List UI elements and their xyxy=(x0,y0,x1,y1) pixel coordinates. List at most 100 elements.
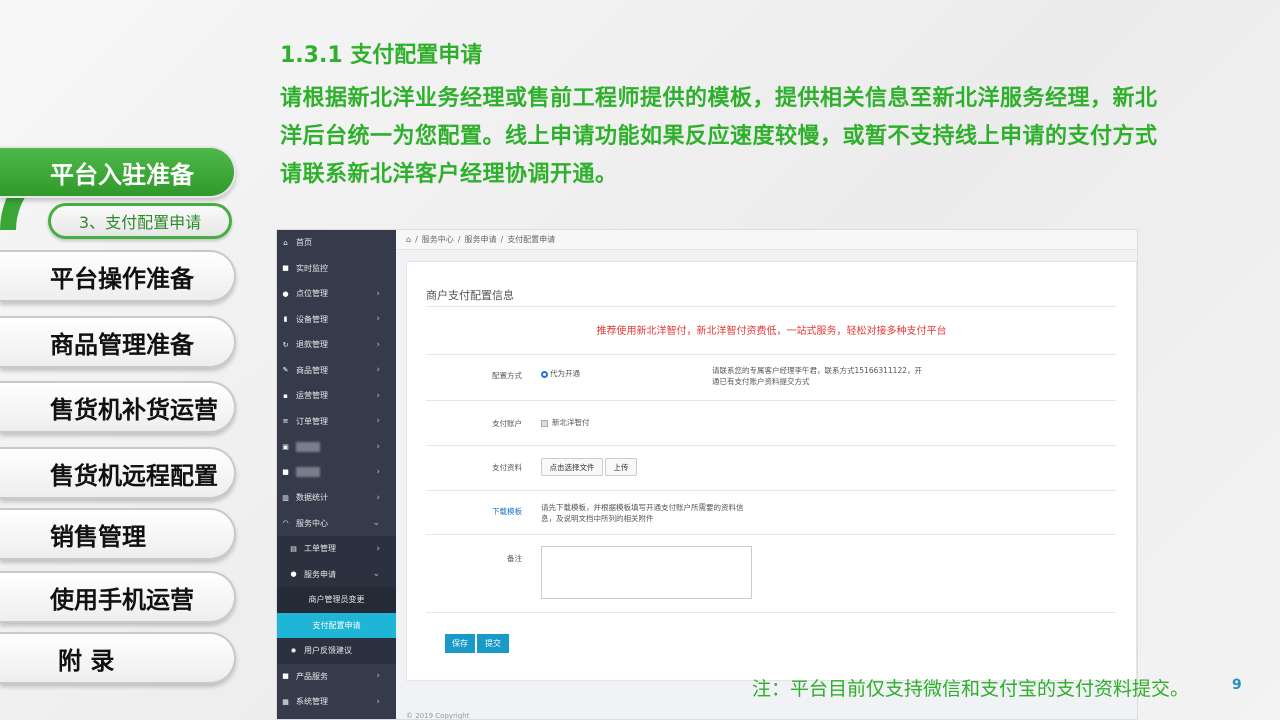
account-checkbox[interactable]: 新北洋智付 xyxy=(541,417,590,428)
sidebar-item-product-service[interactable]: ■ 产品服务 › xyxy=(277,664,396,690)
payment-config-card: 商户支付配置信息 推荐使用新北洋智付，新北洋智付资费低，一站式服务，轻松对接多种… xyxy=(406,261,1137,681)
settings-icon: ✹ xyxy=(290,646,297,655)
sidebar-item-admin-change[interactable]: 商户管理员变更 xyxy=(277,587,396,613)
sidebar-item-label: 订单管理 xyxy=(296,416,328,426)
sidebar-item-payment-config[interactable]: 支付配置申请 xyxy=(277,612,396,638)
nav-item-remote-config[interactable]: 售货机远程配置 xyxy=(0,447,236,499)
blurred-label xyxy=(296,441,320,452)
nav-item-label: 销售管理 xyxy=(50,522,146,551)
sidebar-item-label: 商品管理 xyxy=(296,365,328,375)
save-button[interactable]: 保存 xyxy=(445,634,475,653)
sidebar-item-monitor[interactable]: ■ 实时监控 xyxy=(277,256,396,282)
sidebar-item-device[interactable]: ▮ 设备管理 › xyxy=(277,307,396,333)
refund-icon: ↻ xyxy=(282,340,289,349)
radio-icon[interactable] xyxy=(541,370,548,378)
nav-item-appendix[interactable]: 附 录 xyxy=(0,632,236,684)
promo-text: 推荐使用新北洋智付，新北洋智付资费低，一站式服务，轻松对接多种支付平台 xyxy=(596,326,947,337)
nav-item-label: 附 录 xyxy=(58,646,115,675)
card-title: 商户支付配置信息 xyxy=(426,289,514,302)
account-value: 新北洋智付 xyxy=(552,418,590,427)
choose-file-button[interactable]: 点击选择文件 xyxy=(541,458,603,476)
sidebar-item-feedback[interactable]: ✹ 用户反馈建议 xyxy=(277,638,396,664)
nav-item-label: 平台操作准备 xyxy=(50,264,194,293)
breadcrumb: ⌂ / 服务中心 / 服务申请 / 支付配置申请 xyxy=(396,230,1137,250)
nav-item-mobile-operation[interactable]: 使用手机运营 xyxy=(0,571,236,623)
account-label: 支付账户 xyxy=(492,419,522,428)
blurred-label xyxy=(296,467,320,478)
home-icon: ⌂ xyxy=(283,238,288,247)
download-hint-line: 请先下载模板，并根据模板填写开通支付账户所需要的资料信 xyxy=(541,503,744,512)
app-footer: © 2019 Copyright xyxy=(406,712,470,720)
nav-subitem-payment-config[interactable]: 3、支付配置申请 xyxy=(48,203,232,239)
chevron-right-icon: › xyxy=(376,365,380,376)
headset-icon: ◠ xyxy=(282,519,289,528)
nav-item-sales-management[interactable]: 销售管理 xyxy=(0,508,236,560)
section-heading: 1.3.1 支付配置申请 请根据新北洋业务经理或售前工程师提供的模板，提供相关信… xyxy=(280,40,1230,194)
chevron-right-icon: › xyxy=(376,467,380,478)
remark-textarea[interactable] xyxy=(541,546,752,599)
sidebar-item-location[interactable]: ● 点位管理 › xyxy=(277,281,396,307)
chevron-right-icon: › xyxy=(376,339,380,350)
section-title: 1.3.1 支付配置申请 xyxy=(280,43,483,68)
sidebar-item-label: 数据统计 xyxy=(296,493,328,503)
bookmark-icon: ▪ xyxy=(283,391,288,400)
sidebar-item-label: 实时监控 xyxy=(296,263,328,273)
section-body-line: 洋后台统一为您配置。线上申请功能如果反应速度较慢，或暂不支持线上申请的支付方式 xyxy=(280,124,1158,149)
sidebar-item-tickets[interactable]: ▤ 工单管理 › xyxy=(277,536,396,562)
footnote: 注：平台目前仅支持微信和支付宝的支付资料提交。 xyxy=(752,678,1190,700)
sidebar-item-refund[interactable]: ↻ 退款管理 › xyxy=(277,332,396,358)
sidebar-item-label: 商户管理员变更 xyxy=(308,595,365,605)
nav-item-restock-operation[interactable]: 售货机补货运营 xyxy=(0,381,236,433)
sidebar-item-home[interactable]: ⌂ 首页 xyxy=(277,230,396,256)
sidebar-item-system[interactable]: ▦ 系统管理 › xyxy=(277,689,396,715)
sidebar-item-orders[interactable]: ≡ 订单管理 › xyxy=(277,409,396,435)
nav-item-platform-onboarding[interactable]: 平台入驻准备 xyxy=(0,146,236,198)
breadcrumb-item: 支付配置申请 xyxy=(507,235,556,244)
sidebar-item-blurred[interactable]: ▣ › xyxy=(277,434,396,460)
user-icon: ● xyxy=(290,570,297,579)
box-icon: ■ xyxy=(282,672,289,681)
home-icon[interactable]: ⌂ xyxy=(406,235,411,244)
download-template-link[interactable]: 下载模板 xyxy=(422,506,522,517)
video-icon: ■ xyxy=(282,264,289,273)
upload-button[interactable]: 上传 xyxy=(605,458,637,476)
sidebar-item-product[interactable]: ✎ 商品管理 › xyxy=(277,358,396,384)
edit-icon: ✎ xyxy=(282,366,289,375)
nav-item-label: 商品管理准备 xyxy=(50,330,194,359)
chevron-right-icon: › xyxy=(376,441,380,452)
sidebar-item-label: 产品服务 xyxy=(296,671,328,681)
breadcrumb-item[interactable]: 服务中心 xyxy=(422,234,454,245)
remark-label: 备注 xyxy=(507,554,522,563)
method-radio[interactable]: 代为开通 xyxy=(541,368,580,379)
sidebar-item-blurred[interactable]: ■ › xyxy=(277,460,396,486)
grid-icon: ▦ xyxy=(282,697,289,706)
divider xyxy=(426,612,1116,613)
device-icon: ▮ xyxy=(283,315,288,324)
sidebar-item-label: 系统管理 xyxy=(296,697,328,707)
divider xyxy=(426,306,1116,307)
section-body-line: 请根据新北洋业务经理或售前工程师提供的模板，提供相关信息至新北洋服务经理，新北 xyxy=(280,86,1158,111)
chart-icon: ▥ xyxy=(282,493,289,502)
sidebar-item-label: 支付配置申请 xyxy=(312,620,361,630)
sidebar-item-statistics[interactable]: ▥ 数据统计 › xyxy=(277,485,396,511)
nav-item-platform-operation[interactable]: 平台操作准备 xyxy=(0,250,236,302)
list-icon: ≡ xyxy=(282,417,289,426)
submit-button[interactable]: 提交 xyxy=(477,634,509,653)
sidebar-item-label: 用户反馈建议 xyxy=(304,646,352,656)
divider xyxy=(426,354,1116,355)
method-hint: 请联系您的专属客户经理李午君，联系方式15166311122，开 通已有支付账户… xyxy=(712,365,942,387)
sidebar-item-service-center[interactable]: ◠ 服务中心 ⌄ xyxy=(277,511,396,537)
app-screenshot: ⌂ 首页 ■ 实时监控 ● 点位管理 › ▮ 设备管理 › ↻ 退款管理 › ✎ 商品管理 › ▪ 运… xyxy=(276,229,1138,720)
breadcrumb-item[interactable]: 服务申请 xyxy=(464,234,496,245)
map-pin-icon: ● xyxy=(282,289,289,298)
method-label: 配置方式 xyxy=(492,371,522,380)
nav-item-label: 平台入驻准备 xyxy=(50,160,194,189)
sidebar-item-label: 工单管理 xyxy=(304,544,336,554)
sidebar-item-label: 首页 xyxy=(296,238,312,248)
sidebar-item-operation[interactable]: ▪ 运营管理 › xyxy=(277,383,396,409)
sidebar-item-service-apply[interactable]: ● 服务申请 ⌄ xyxy=(277,561,396,587)
checkbox-icon[interactable] xyxy=(541,419,548,427)
chevron-right-icon: › xyxy=(376,314,380,325)
nav-item-product-management[interactable]: 商品管理准备 xyxy=(0,316,236,368)
chevron-right-icon: › xyxy=(376,390,380,401)
